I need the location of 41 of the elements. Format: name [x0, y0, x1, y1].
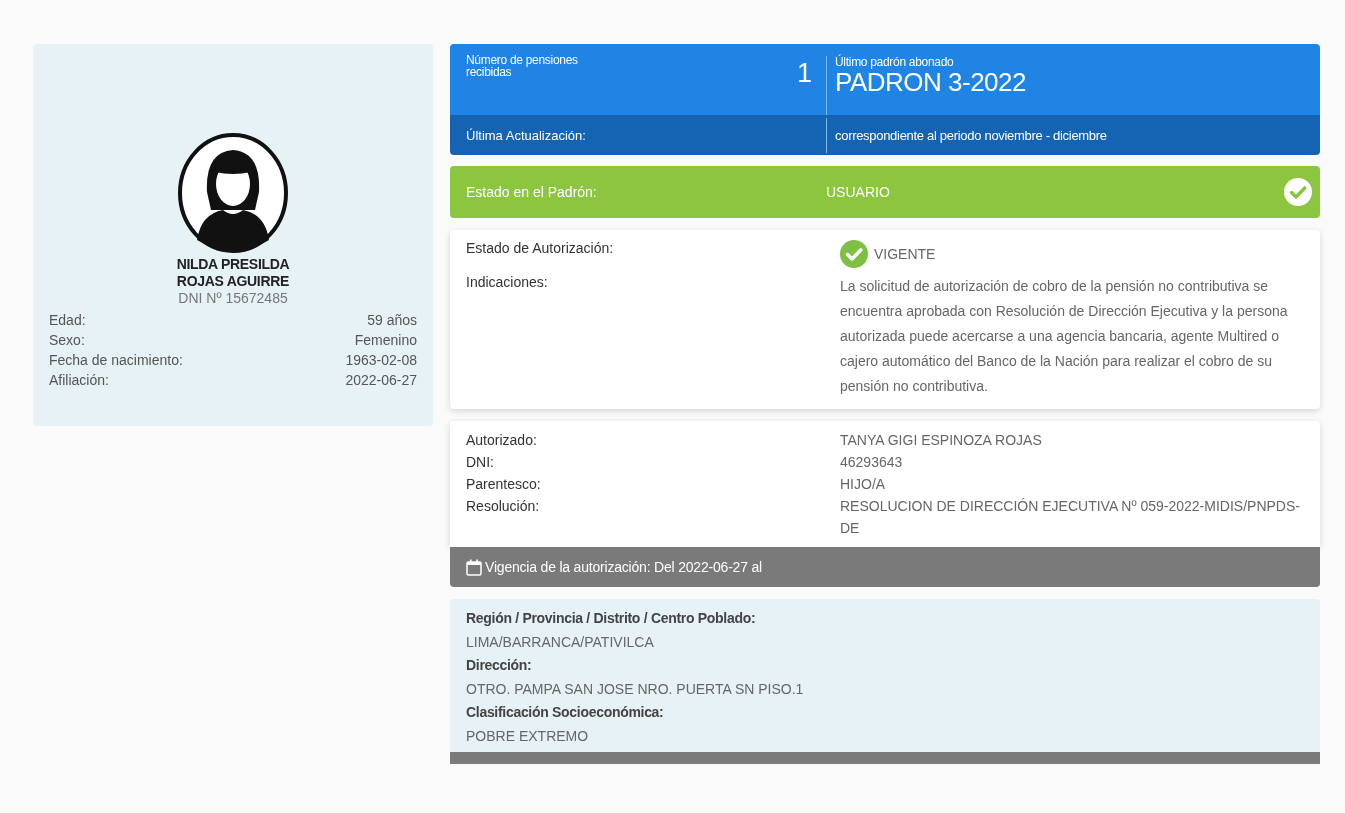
check-icon [1284, 178, 1312, 206]
field-label: Estado de Autorización: [466, 240, 615, 258]
field-value: VIGENTE [874, 246, 936, 262]
field-label: Dirección: [466, 656, 532, 675]
field-value: 2022-06-27 [345, 371, 417, 390]
field-label: Edad: [49, 311, 86, 330]
status-label: Estado en el Padrón: [465, 184, 598, 200]
update-value: correspondiente al periodo noviembre - diciembre [826, 117, 1320, 153]
padron-label: Último padrón abonado [835, 56, 955, 68]
update-label: Última Actualización: [465, 127, 587, 143]
pensions-label: Número de pensiones recibidas [466, 54, 579, 81]
field-value: LIMA/BARRANCA/PATIVILCA [466, 632, 654, 652]
padron-value: PADRON 3-2022 [835, 68, 1027, 96]
validity-text: Vigencia de la autorización: Del 2022-06-27 al [485, 559, 762, 575]
field-value: Femenino [354, 331, 417, 350]
field-label: Indicaciones: [466, 274, 549, 292]
pensions-count: 1 [796, 58, 812, 90]
field-label: Autorizado: [466, 431, 538, 450]
field-label: Afiliación: [49, 371, 109, 390]
indications-text: La solicitud de autorización de cobro de la pensión no contributiva se encuentra aprobada con Resolución de Dirección Ejecutiva y la persona autorizada puede acercarse a una agencia bancaria, agente Multired o cajero automático del Banco de la Nación para realizar el cobro de su pensión no contributiva. [840, 277, 1289, 396]
field-value: 46293643 [840, 453, 904, 472]
field-value: HIJO/A [840, 475, 887, 494]
field-label: Clasificación Socioeconómica: [466, 703, 664, 722]
field-label: Sexo: [49, 331, 85, 350]
field-value: 59 años [367, 311, 417, 330]
field-label: Región / Provincia / Distrito / Centro Poblado: [466, 609, 756, 628]
check-icon [840, 240, 868, 268]
field-value: TANYA GIGI ESPINOZA ROJAS [840, 431, 1043, 450]
field-label: Parentesco: [466, 475, 542, 494]
avatar-icon [177, 132, 289, 254]
field-label: DNI: [466, 453, 495, 472]
field-label: Fecha de nacimiento: [49, 351, 183, 370]
field-value: OTRO. PAMPA SAN JOSE NRO. PUERTA SN PISO.1 [466, 679, 804, 699]
status-value: USUARIO [826, 184, 891, 200]
field-value: RESOLUCION DE DIRECCIÓN EJECUTIVA Nº 059-2022-MIDIS/PNPDS-DE [840, 497, 1301, 538]
person-dni: DNI Nº 15672485 [178, 290, 288, 306]
field-value: 1963-02-08 [345, 351, 417, 370]
person-name: NILDA PRESILDA ROJAS AGUIRRE [176, 256, 290, 290]
calendar-icon [466, 558, 482, 576]
field-value: POBRE EXTREMO [466, 726, 589, 746]
field-label: Resolución: [466, 497, 541, 516]
